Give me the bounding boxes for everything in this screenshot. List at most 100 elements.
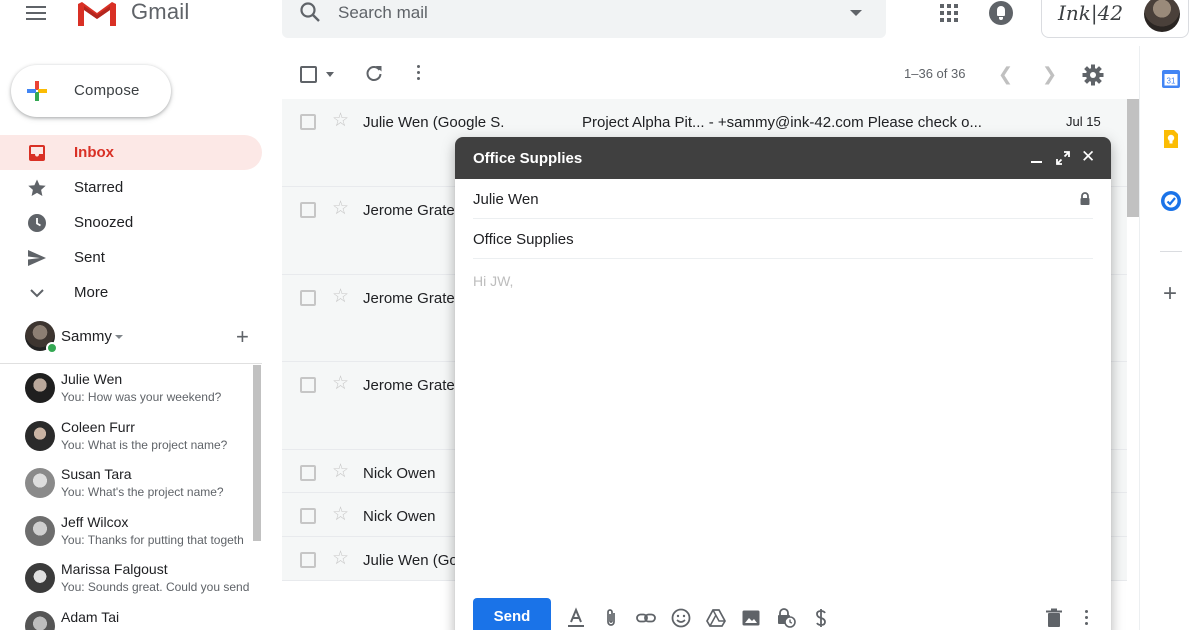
sidebar-item-starred[interactable]: Starred xyxy=(0,170,262,205)
row-checkbox[interactable] xyxy=(300,552,316,568)
contact-last-message: You: Sounds great. Could you send xyxy=(61,580,249,594)
compose-header[interactable]: Office Supplies ✕ xyxy=(455,137,1111,179)
sidebar-item-sent[interactable]: Sent xyxy=(0,240,262,275)
row-checkbox[interactable] xyxy=(300,290,316,306)
compose-button[interactable]: Compose xyxy=(11,65,171,117)
star-icon[interactable]: ☆ xyxy=(332,372,349,395)
message-body[interactable]: Hi JW, xyxy=(473,273,513,289)
email-sender: Jerome Grate xyxy=(363,377,455,394)
gear-icon[interactable] xyxy=(1082,64,1104,86)
email-sender: Jerome Grate xyxy=(363,202,455,219)
chevron-down-icon xyxy=(30,289,44,298)
link-icon[interactable] xyxy=(635,607,657,629)
sidebar-item-label: Starred xyxy=(74,179,124,196)
row-checkbox[interactable] xyxy=(300,202,316,218)
list-item[interactable]: Susan Tara You: What's the project name? xyxy=(0,459,262,507)
contacts-scrollbar[interactable] xyxy=(253,365,261,541)
list-item[interactable]: Marissa Falgoust You: Sounds great. Coul… xyxy=(0,554,262,602)
account-area[interactable]: Ink|42 xyxy=(1041,0,1189,38)
avatar xyxy=(25,468,55,498)
sidebar-item-label: Inbox xyxy=(74,144,114,161)
sidebar-item-more[interactable]: More xyxy=(0,275,262,310)
sidebar-item-inbox[interactable]: Inbox xyxy=(0,135,262,170)
prev-page-icon[interactable]: ❮ xyxy=(998,64,1013,85)
dollar-icon[interactable] xyxy=(810,607,832,629)
list-scrollbar[interactable] xyxy=(1127,99,1139,217)
search-input[interactable]: Search mail xyxy=(338,3,428,23)
confidential-mode-icon[interactable] xyxy=(775,607,797,629)
star-icon[interactable]: ☆ xyxy=(332,547,349,570)
star-icon[interactable]: ☆ xyxy=(332,285,349,308)
formatting-icon[interactable] xyxy=(565,607,587,629)
tasks-icon[interactable] xyxy=(1160,190,1182,212)
hangouts-user-name[interactable]: Sammy xyxy=(61,328,112,345)
app-name[interactable]: Gmail xyxy=(131,0,189,25)
row-checkbox[interactable] xyxy=(300,508,316,524)
close-icon[interactable]: ✕ xyxy=(1081,148,1095,165)
avatar xyxy=(25,420,55,451)
contact-name: Julie Wen xyxy=(61,371,123,387)
main-menu-icon[interactable] xyxy=(26,2,52,24)
hangouts-header: Sammy + xyxy=(0,318,262,358)
add-contact-icon[interactable]: + xyxy=(236,326,249,348)
keep-icon[interactable] xyxy=(1160,128,1182,150)
search-bar[interactable]: Search mail xyxy=(282,0,886,38)
to-field[interactable]: Julie Wen xyxy=(473,179,1093,219)
star-icon[interactable]: ☆ xyxy=(332,197,349,220)
photo-icon[interactable] xyxy=(740,607,762,629)
calendar-icon[interactable]: 31 xyxy=(1160,68,1182,90)
emoji-icon[interactable] xyxy=(670,607,692,629)
contact-last-message: You: Thanks for putting that togeth xyxy=(61,532,244,547)
star-icon xyxy=(28,179,46,196)
chevron-down-icon[interactable] xyxy=(115,335,123,339)
gmail-logo-icon[interactable] xyxy=(76,0,118,28)
star-icon[interactable]: ☆ xyxy=(332,503,349,526)
apps-grid-icon[interactable] xyxy=(940,4,958,22)
next-page-icon[interactable]: ❯ xyxy=(1042,64,1057,85)
star-icon[interactable]: ☆ xyxy=(332,460,349,483)
drive-icon[interactable] xyxy=(705,607,727,629)
row-checkbox[interactable] xyxy=(300,114,316,130)
online-status-icon xyxy=(46,342,58,354)
avatar xyxy=(25,373,55,403)
contact-last-message: You: What is the project name? xyxy=(61,437,228,452)
subject-value: Office Supplies xyxy=(473,231,574,248)
select-options-icon[interactable] xyxy=(326,72,334,77)
email-subject: Project Alpha Pit... - +sammy@ink-42.com… xyxy=(582,114,982,131)
list-item[interactable]: Adam Tai xyxy=(0,602,262,630)
star-icon[interactable]: ☆ xyxy=(332,109,349,132)
top-bar: Gmail Search mail Ink|42 xyxy=(0,0,1200,46)
list-item[interactable]: Jeff Wilcox You: Thanks for putting that… xyxy=(0,507,262,555)
search-options-icon[interactable] xyxy=(850,10,862,16)
subject-field[interactable]: Office Supplies xyxy=(473,219,1093,259)
divider xyxy=(1160,251,1182,252)
add-addon-icon[interactable]: + xyxy=(1163,282,1177,306)
more-options-icon[interactable] xyxy=(417,65,421,83)
hangouts-contact-list: Julie Wen You: How was your weekend? Col… xyxy=(0,364,262,630)
send-button[interactable]: Send xyxy=(473,598,551,630)
refresh-icon[interactable] xyxy=(364,64,384,84)
compose-window: Office Supplies ✕ Julie Wen Office Suppl… xyxy=(455,137,1111,630)
email-sender: Jerome Grate xyxy=(363,290,455,307)
fullscreen-icon[interactable] xyxy=(1056,151,1070,165)
email-date: Jul 15 xyxy=(1066,114,1101,129)
trash-icon[interactable] xyxy=(1045,608,1063,628)
row-checkbox[interactable] xyxy=(300,465,316,481)
attach-icon[interactable] xyxy=(600,607,622,629)
list-item[interactable]: Julie Wen You: How was your weekend? xyxy=(0,364,262,412)
list-item[interactable]: Coleen Furr You: What is the project nam… xyxy=(0,412,262,460)
notifications-icon[interactable] xyxy=(989,1,1013,25)
minimize-icon[interactable] xyxy=(1031,161,1042,163)
search-icon[interactable] xyxy=(298,0,322,24)
svg-text:31: 31 xyxy=(1167,77,1176,86)
sidebar-item-label: More xyxy=(74,284,109,301)
select-all-checkbox[interactable] xyxy=(300,66,317,83)
row-checkbox[interactable] xyxy=(300,377,316,393)
account-avatar[interactable] xyxy=(1144,0,1180,32)
sidebar-item-snoozed[interactable]: Snoozed xyxy=(0,205,262,240)
compose-label: Compose xyxy=(74,82,140,99)
more-options-icon[interactable] xyxy=(1085,610,1089,628)
compose-title: Office Supplies xyxy=(473,150,583,167)
lock-icon[interactable] xyxy=(1079,192,1091,206)
side-panel: 31 + xyxy=(1139,46,1200,630)
